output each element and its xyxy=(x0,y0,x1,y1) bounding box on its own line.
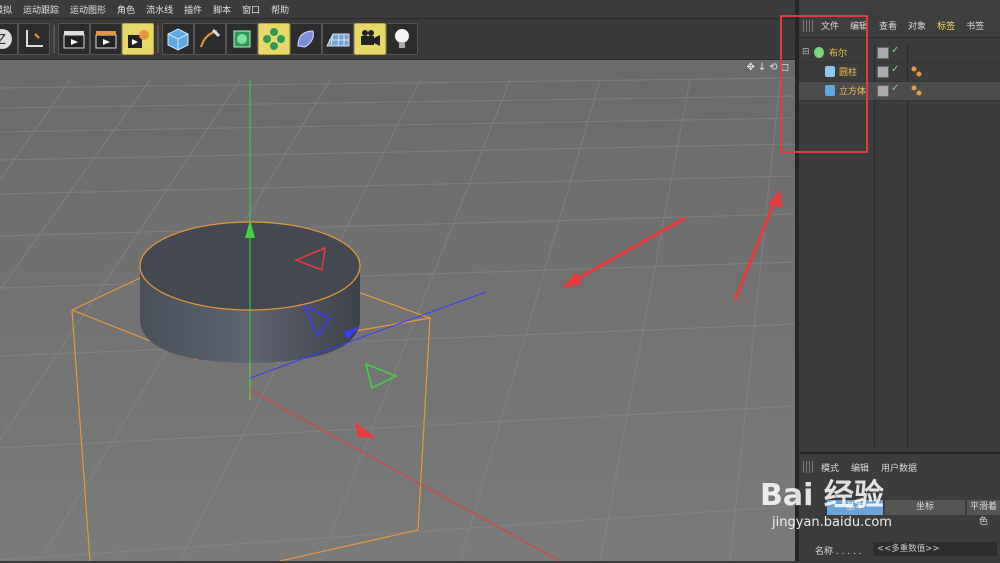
watermark-logo: Bai 经验 xyxy=(760,478,884,513)
camera-icon[interactable] xyxy=(354,23,386,55)
column-divider xyxy=(907,44,908,448)
main-toolbar: Z xyxy=(0,19,795,60)
tab-smoothing[interactable]: 平滑着色 xyxy=(967,500,1000,527)
visibility-toggle-icon[interactable] xyxy=(877,47,889,59)
move-view-icon[interactable]: ✥ xyxy=(747,62,755,73)
highlight-box xyxy=(780,15,868,153)
subdivision-icon[interactable] xyxy=(226,23,258,55)
menu-script[interactable]: 脚本 xyxy=(213,3,231,16)
om-menu-view[interactable]: 查看 xyxy=(879,19,897,32)
axis-icon[interactable] xyxy=(18,23,50,55)
name-field[interactable]: <<多重数值>> xyxy=(873,542,997,556)
viewport-scene xyxy=(0,60,795,561)
menu-bar: 模拟 运动跟踪 运动图形 角色 流水线 插件 脚本 窗口 帮助 xyxy=(0,0,795,19)
menu-window[interactable]: 窗口 xyxy=(242,3,260,16)
render-active-icon[interactable] xyxy=(90,23,122,55)
render-settings-icon[interactable] xyxy=(122,23,154,55)
tag-icon[interactable] xyxy=(911,66,923,78)
3d-viewport[interactable]: ✥ ↓ ⟲ ◻ xyxy=(0,60,795,561)
om-menu-bookmarks[interactable]: 书签 xyxy=(966,19,984,32)
menu-help[interactable]: 帮助 xyxy=(271,3,289,16)
cube-primitive-icon[interactable] xyxy=(162,23,194,55)
enable-check-icon[interactable]: ✓ xyxy=(891,64,899,75)
svg-text:Z: Z xyxy=(0,33,6,48)
menu-mograph[interactable]: 运动图形 xyxy=(70,3,106,16)
zoom-view-icon[interactable]: ↓ xyxy=(758,62,766,73)
array-cloner-icon[interactable] xyxy=(258,23,290,55)
name-label: 名称 . . . . . xyxy=(815,547,862,557)
menu-simulate[interactable]: 模拟 xyxy=(0,3,12,16)
menu-character[interactable]: 角色 xyxy=(117,3,135,16)
undo-z-icon[interactable]: Z xyxy=(0,23,18,55)
enable-check-icon[interactable]: ✓ xyxy=(891,45,899,56)
render-clapper-icon[interactable] xyxy=(58,23,90,55)
visibility-toggle-icon[interactable] xyxy=(877,66,889,78)
deformer-icon[interactable] xyxy=(290,23,322,55)
menu-motion-tracking[interactable]: 运动跟踪 xyxy=(23,3,59,16)
om-menu-objects[interactable]: 对象 xyxy=(908,19,926,32)
enable-check-icon[interactable]: ✓ xyxy=(891,83,899,94)
menu-plugins[interactable]: 插件 xyxy=(184,3,202,16)
watermark-url: jingyan.baidu.com xyxy=(772,515,892,530)
menu-pipeline[interactable]: 流水线 xyxy=(146,3,173,16)
tab-coordinates[interactable]: 坐标 xyxy=(885,500,965,515)
floor-plane-icon[interactable] xyxy=(322,23,354,55)
rotate-view-icon[interactable]: ⟲ xyxy=(769,62,777,73)
tag-icon[interactable] xyxy=(911,85,923,97)
column-divider xyxy=(874,44,875,448)
light-bulb-icon[interactable] xyxy=(386,23,418,55)
pen-spline-icon[interactable] xyxy=(194,23,226,55)
om-menu-tags[interactable]: 标签 xyxy=(937,19,955,32)
attr-menu-userdata[interactable]: 用户数据 xyxy=(881,461,917,474)
visibility-toggle-icon[interactable] xyxy=(877,85,889,97)
